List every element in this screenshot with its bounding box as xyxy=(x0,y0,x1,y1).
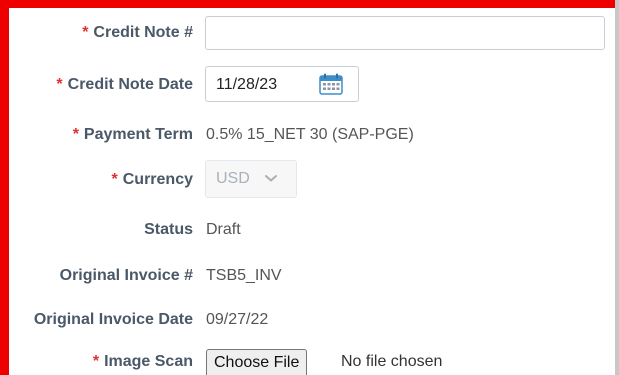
currency-label: * Currency xyxy=(111,171,193,188)
credit-note-date-label: * Credit Note Date xyxy=(56,76,193,93)
required-marker: * xyxy=(56,76,63,93)
highlight-border-top xyxy=(0,0,619,8)
file-status-text: No file chosen xyxy=(341,353,443,370)
payment-term-value: 0.5% 15_NET 30 (SAP-PGE) xyxy=(206,126,414,143)
required-marker: * xyxy=(72,126,79,143)
credit-note-date-value: 11/28/23 xyxy=(216,76,278,93)
credit-note-date-field[interactable]: 11/28/23 xyxy=(205,66,359,102)
original-invoice-date-label: Original Invoice Date xyxy=(33,311,193,328)
payment-term-label: * Payment Term xyxy=(72,126,193,143)
original-invoice-number-label: Original Invoice # xyxy=(59,267,193,284)
original-invoice-number-value: TSB5_INV xyxy=(206,267,282,284)
highlight-border-left xyxy=(0,0,9,375)
currency-select[interactable]: USD xyxy=(205,160,297,198)
status-value: Draft xyxy=(206,221,241,238)
scroll-edge xyxy=(615,0,619,375)
image-scan-label: * Image Scan xyxy=(92,353,193,370)
calendar-icon[interactable] xyxy=(319,73,343,95)
credit-note-number-label: * Credit Note # xyxy=(82,24,193,41)
currency-value: USD xyxy=(216,170,250,187)
original-invoice-date-value: 09/27/22 xyxy=(206,311,269,328)
credit-note-form: * Credit Note # * Credit Note Date 11/28/2… xyxy=(0,0,619,375)
status-label: Status xyxy=(144,221,193,238)
required-marker: * xyxy=(111,171,118,188)
chevron-down-icon xyxy=(265,175,277,182)
choose-file-button[interactable]: Choose File xyxy=(206,349,308,375)
credit-note-number-input[interactable] xyxy=(205,16,605,50)
required-marker: * xyxy=(82,24,89,41)
required-marker: * xyxy=(92,353,100,370)
